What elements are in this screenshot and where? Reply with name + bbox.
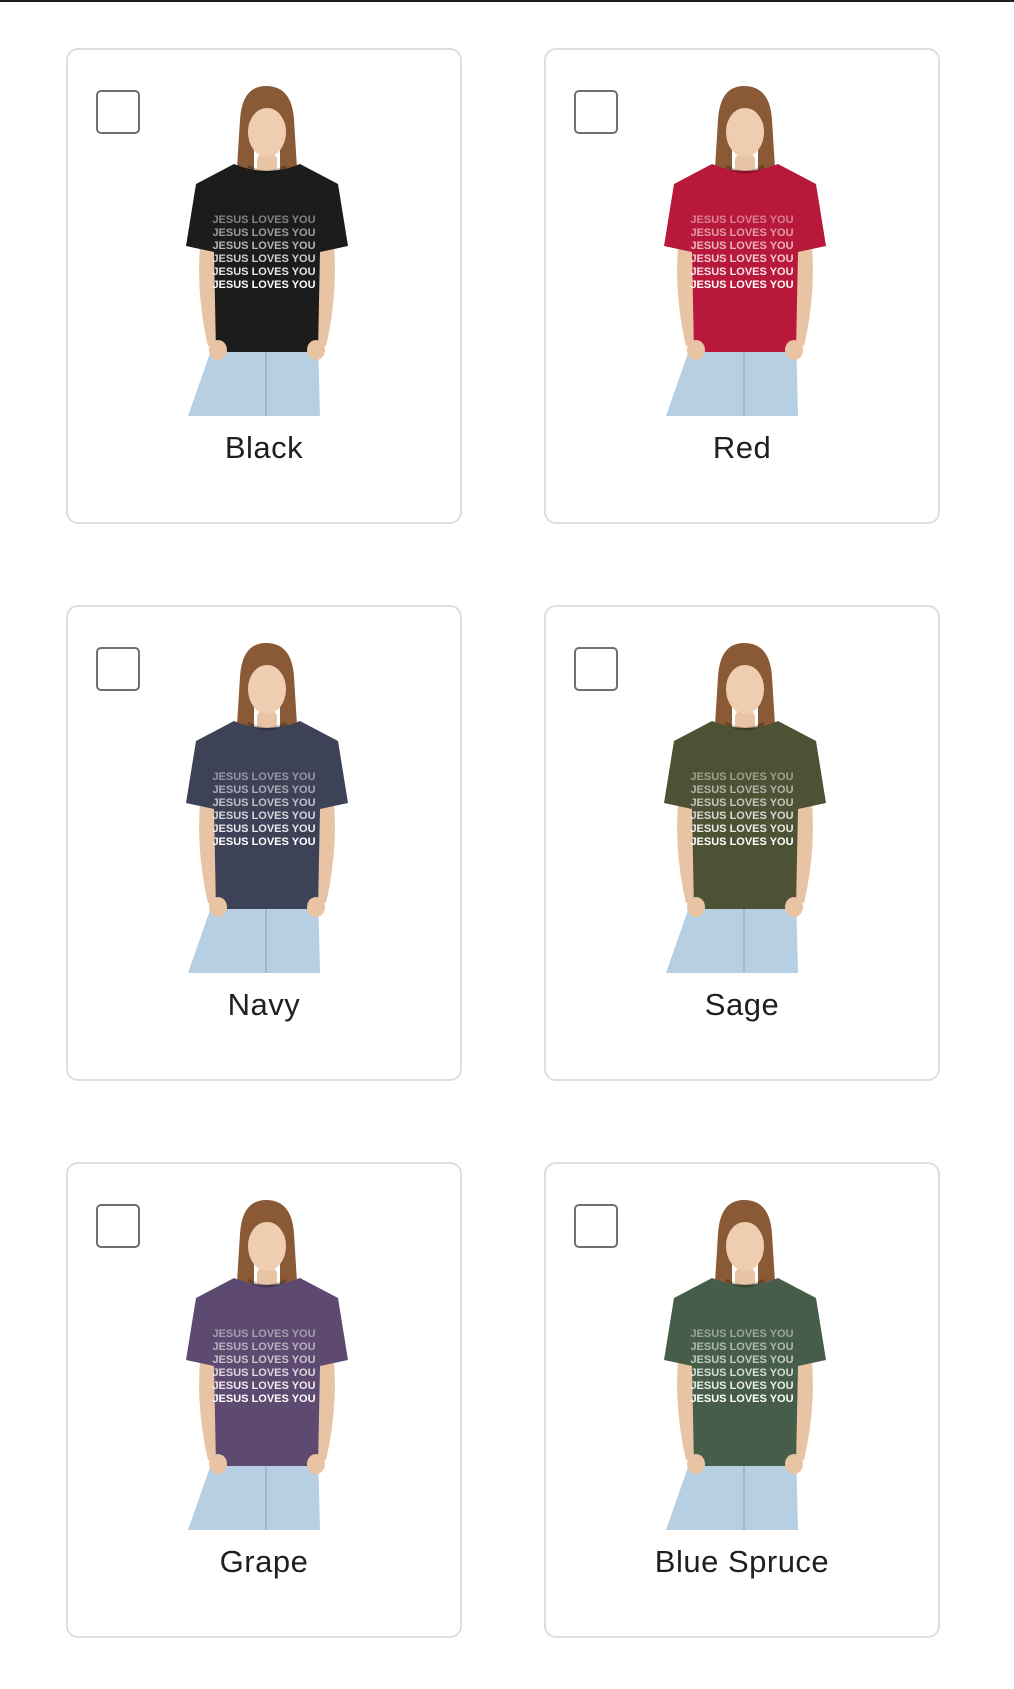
product-image: JESUS LOVES YOUJESUS LOVES YOUJESUS LOVE… — [664, 1200, 826, 1530]
color-option-sage[interactable]: JESUS LOVES YOU JESUS LOVES YOU JESUS LOVE… — [544, 605, 940, 1081]
color-label: Red — [712, 430, 772, 465]
color-option-grape[interactable]: JESUS LOVES YOU JESUS LOVES YOU JESUS LOVE… — [66, 1162, 462, 1638]
checkbox[interactable] — [574, 1204, 618, 1248]
checkbox[interactable] — [574, 90, 618, 134]
svg-text:JESUS LOVES YOU: JESUS LOVES YOU — [690, 1341, 793, 1353]
product-image: JESUS LOVES YOUJESUS LOVES YOUJESUS LOVE… — [664, 643, 826, 973]
product-image: JESUS LOVES YOUJESUS LOVES YOUJESUS LOVE… — [186, 1200, 348, 1530]
color-label: Black — [224, 430, 304, 465]
color-label: Navy — [227, 987, 301, 1022]
svg-text:JESUS LOVES YOU: JESUS LOVES YOU — [212, 1393, 315, 1405]
svg-text:JESUS LOVES YOU: JESUS LOVES YOU — [690, 784, 793, 796]
product-image: JESUS LOVES YOUJESUS LOVES YOUJESUS LOVE… — [186, 86, 348, 416]
svg-text:JESUS LOVES YOU: JESUS LOVES YOU — [212, 1367, 315, 1379]
color-option-blue-spruce[interactable]: JESUS LOVES YOU JESUS LOVES YOU JESUS LOVE… — [544, 1162, 940, 1638]
svg-text:JESUS LOVES YOU: JESUS LOVES YOU — [690, 240, 793, 252]
svg-text:JESUS LOVES YOU: JESUS LOVES YOU — [212, 240, 315, 252]
svg-text:JESUS LOVES YOU: JESUS LOVES YOU — [690, 227, 793, 239]
svg-text:JESUS LOVES YOU: JESUS LOVES YOU — [690, 1380, 793, 1392]
svg-text:JESUS LOVES YOU: JESUS LOVES YOU — [212, 1328, 315, 1340]
checkbox[interactable] — [574, 647, 618, 691]
svg-text:JESUS LOVES YOU: JESUS LOVES YOU — [212, 810, 315, 822]
color-option-black[interactable]: JESUS LOVES YOU JESUS LOVES YOU JESUS LOVE… — [66, 48, 462, 524]
checkbox[interactable] — [96, 647, 140, 691]
color-label: Blue Spruce — [654, 1544, 830, 1579]
svg-text:JESUS LOVES YOU: JESUS LOVES YOU — [690, 253, 793, 265]
checkbox[interactable] — [96, 1204, 140, 1248]
svg-text:JESUS LOVES YOU: JESUS LOVES YOU — [690, 823, 793, 835]
svg-text:JESUS LOVES YOU: JESUS LOVES YOU — [212, 823, 315, 835]
svg-text:JESUS LOVES YOU: JESUS LOVES YOU — [690, 266, 793, 278]
svg-text:JESUS LOVES YOU: JESUS LOVES YOU — [690, 1367, 793, 1379]
svg-text:JESUS LOVES YOU: JESUS LOVES YOU — [690, 1393, 793, 1405]
svg-text:JESUS LOVES YOU: JESUS LOVES YOU — [212, 279, 315, 291]
svg-text:JESUS LOVES YOU: JESUS LOVES YOU — [212, 1380, 315, 1392]
svg-text:JESUS LOVES YOU: JESUS LOVES YOU — [690, 214, 793, 226]
svg-text:JESUS LOVES YOU: JESUS LOVES YOU — [690, 1328, 793, 1340]
color-option-navy[interactable]: JESUS LOVES YOU JESUS LOVES YOU JESUS LOVE… — [66, 605, 462, 1081]
svg-text:JESUS LOVES YOU: JESUS LOVES YOU — [212, 771, 315, 783]
product-image: JESUS LOVES YOUJESUS LOVES YOUJESUS LOVE… — [664, 86, 826, 416]
svg-text:JESUS LOVES YOU: JESUS LOVES YOU — [690, 836, 793, 848]
svg-text:JESUS LOVES YOU: JESUS LOVES YOU — [690, 810, 793, 822]
svg-text:JESUS LOVES YOU: JESUS LOVES YOU — [690, 771, 793, 783]
svg-text:JESUS LOVES YOU: JESUS LOVES YOU — [212, 253, 315, 265]
svg-text:JESUS LOVES YOU: JESUS LOVES YOU — [212, 1341, 315, 1353]
svg-text:JESUS LOVES YOU: JESUS LOVES YOU — [212, 266, 315, 278]
checkbox[interactable] — [96, 90, 140, 134]
svg-text:JESUS LOVES YOU: JESUS LOVES YOU — [690, 1354, 793, 1366]
svg-text:JESUS LOVES YOU: JESUS LOVES YOU — [212, 214, 315, 226]
color-label: Grape — [219, 1544, 309, 1579]
svg-text:JESUS LOVES YOU: JESUS LOVES YOU — [212, 784, 315, 796]
color-options-grid: JESUS LOVES YOU JESUS LOVES YOU JESUS LOVE… — [0, 0, 1014, 1689]
color-option-red[interactable]: JESUS LOVES YOU JESUS LOVES YOU JESUS LOVE… — [544, 48, 940, 524]
svg-text:JESUS LOVES YOU: JESUS LOVES YOU — [690, 797, 793, 809]
svg-text:JESUS LOVES YOU: JESUS LOVES YOU — [212, 227, 315, 239]
svg-text:JESUS LOVES YOU: JESUS LOVES YOU — [212, 836, 315, 848]
svg-text:JESUS LOVES YOU: JESUS LOVES YOU — [212, 1354, 315, 1366]
color-label: Sage — [704, 987, 780, 1022]
svg-text:JESUS LOVES YOU: JESUS LOVES YOU — [212, 797, 315, 809]
product-image: JESUS LOVES YOUJESUS LOVES YOUJESUS LOVE… — [186, 643, 348, 973]
svg-text:JESUS LOVES YOU: JESUS LOVES YOU — [690, 279, 793, 291]
